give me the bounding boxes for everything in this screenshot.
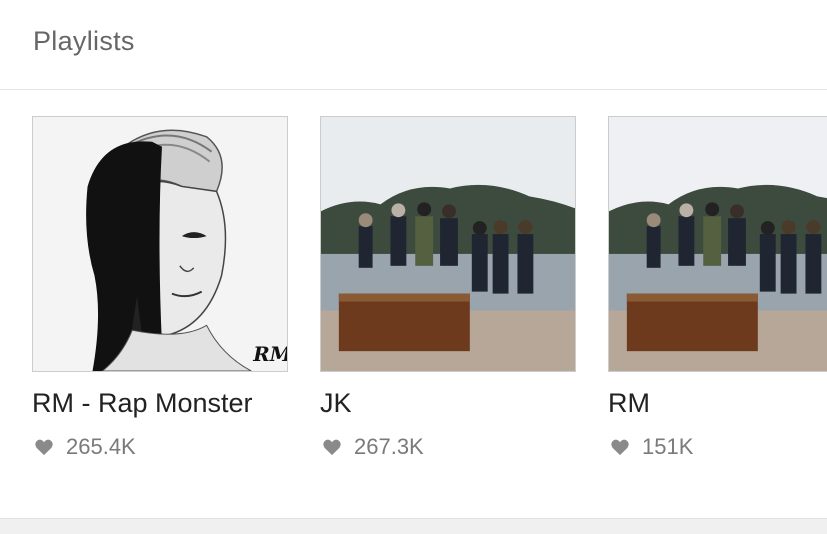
playlist-name[interactable]: RM - Rap Monster [32,388,253,419]
cover-image-portrait: RM [33,117,287,371]
playlist-row: RM RM - Rap Monster 265.4K [0,116,827,466]
section-divider [0,518,827,534]
likes-count: 265.4K [66,434,136,459]
playlists-header: Playlists [0,0,827,90]
cover-image-seaside-group [321,117,575,371]
heart-icon[interactable] [34,438,54,456]
playlist-name[interactable]: JK [320,388,352,419]
playlist-name[interactable]: RM [608,388,650,419]
heart-icon[interactable] [610,438,630,456]
cover-signature: RM [252,342,287,366]
likes-count: 267.3K [354,434,424,459]
playlist-card[interactable]: JK 267.3K [320,116,576,459]
playlist-cover[interactable]: RM [32,116,288,372]
heart-icon[interactable] [322,438,342,456]
playlist-card[interactable]: RM RM - Rap Monster 265.4K [32,116,288,459]
playlist-card[interactable]: RM 151K [608,116,827,459]
playlist-likes: 267.3K [322,434,424,460]
section-title: Playlists [33,26,135,56]
playlist-likes: 151K [610,434,693,460]
cover-image-seaside-group [609,117,827,371]
playlist-cover[interactable] [608,116,827,372]
playlist-cover[interactable] [320,116,576,372]
playlist-likes: 265.4K [34,434,136,460]
likes-count: 151K [642,434,694,459]
